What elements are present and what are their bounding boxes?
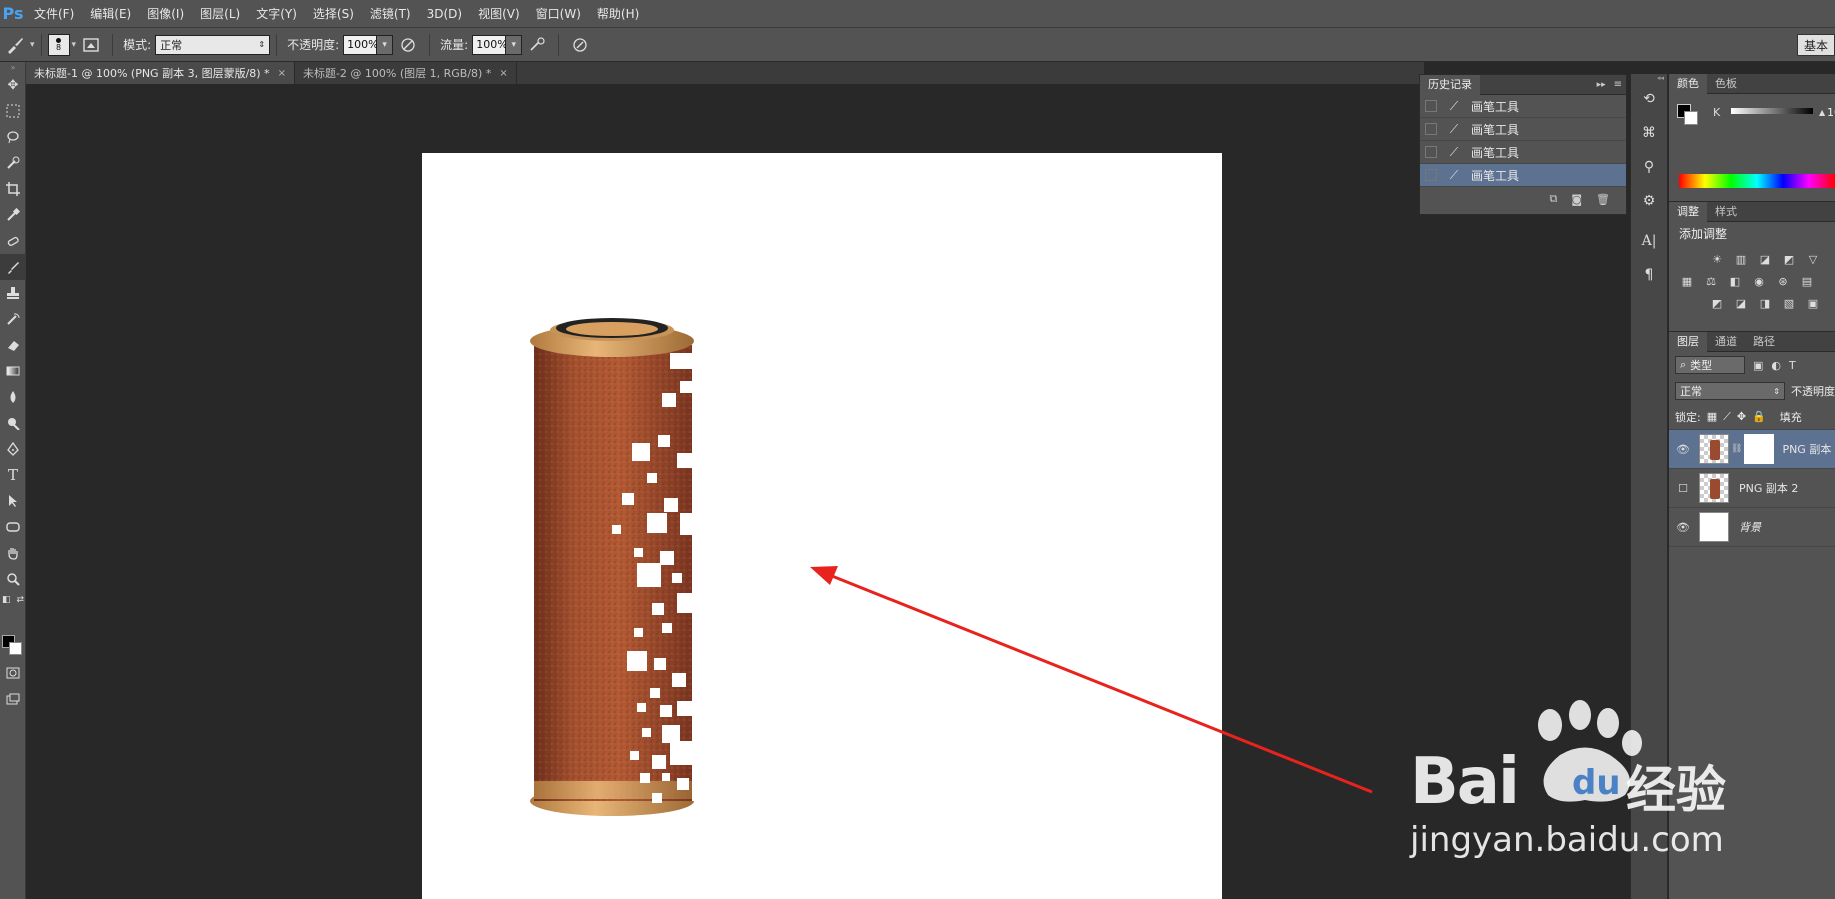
baidu-watermark: Bai du 经验 jingyan.baidu.com	[1400, 695, 1830, 895]
jingyan-text: 经验	[1626, 761, 1726, 819]
watermark-url: jingyan.baidu.com	[1410, 820, 1724, 860]
photoshop-window: Ps 文件(F) 编辑(E) 图像(I) 图层(L) 文字(Y) 选择(S) 滤…	[0, 0, 1835, 899]
baidu-du-text: du	[1572, 763, 1621, 803]
baidu-brand-text: Bai	[1410, 745, 1520, 819]
